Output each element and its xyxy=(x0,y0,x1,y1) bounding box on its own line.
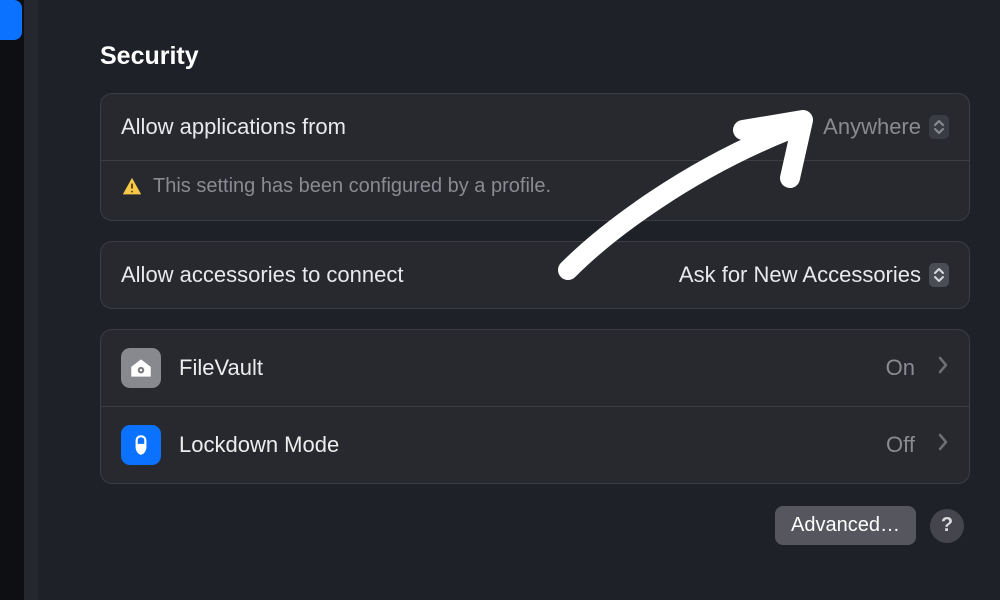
lockdown-state: Off xyxy=(886,432,915,458)
allow-apps-label: Allow applications from xyxy=(121,114,823,140)
accessories-stepper-icon[interactable] xyxy=(929,263,949,287)
allow-apps-stepper-icon xyxy=(929,115,949,139)
accessories-panel: Allow accessories to connect Ask for New… xyxy=(100,241,970,309)
sidebar-edge xyxy=(0,0,38,600)
warning-icon xyxy=(121,176,143,198)
chevron-right-icon xyxy=(937,355,949,381)
lockdown-icon xyxy=(121,425,161,465)
filevault-icon xyxy=(121,348,161,388)
page-title: Security xyxy=(100,42,970,71)
allow-apps-panel: Allow applications from Anywhere This se… xyxy=(100,93,970,221)
filevault-state: On xyxy=(886,355,915,381)
security-links-panel: FileVault On Lockdown Mode Off xyxy=(100,329,970,484)
accessories-label: Allow accessories to connect xyxy=(121,262,679,288)
chevron-right-icon xyxy=(937,432,949,458)
lockdown-row[interactable]: Lockdown Mode Off xyxy=(101,406,969,483)
allow-apps-value: Anywhere xyxy=(823,114,921,140)
footer: Advanced… ? xyxy=(100,506,970,545)
filevault-row[interactable]: FileVault On xyxy=(101,330,969,406)
advanced-button[interactable]: Advanced… xyxy=(775,506,916,545)
allow-apps-row: Allow applications from Anywhere xyxy=(101,94,969,160)
security-pane: Security Allow applications from Anywher… xyxy=(38,0,1000,600)
accessories-value: Ask for New Accessories xyxy=(679,262,921,288)
filevault-label: FileVault xyxy=(179,355,868,381)
lockdown-label: Lockdown Mode xyxy=(179,432,868,458)
allow-apps-helper: This setting has been configured by a pr… xyxy=(101,160,969,220)
help-button[interactable]: ? xyxy=(930,509,964,543)
allow-apps-helper-text: This setting has been configured by a pr… xyxy=(153,175,551,198)
sidebar-selection-indicator xyxy=(0,0,22,40)
accessories-row[interactable]: Allow accessories to connect Ask for New… xyxy=(101,242,969,308)
